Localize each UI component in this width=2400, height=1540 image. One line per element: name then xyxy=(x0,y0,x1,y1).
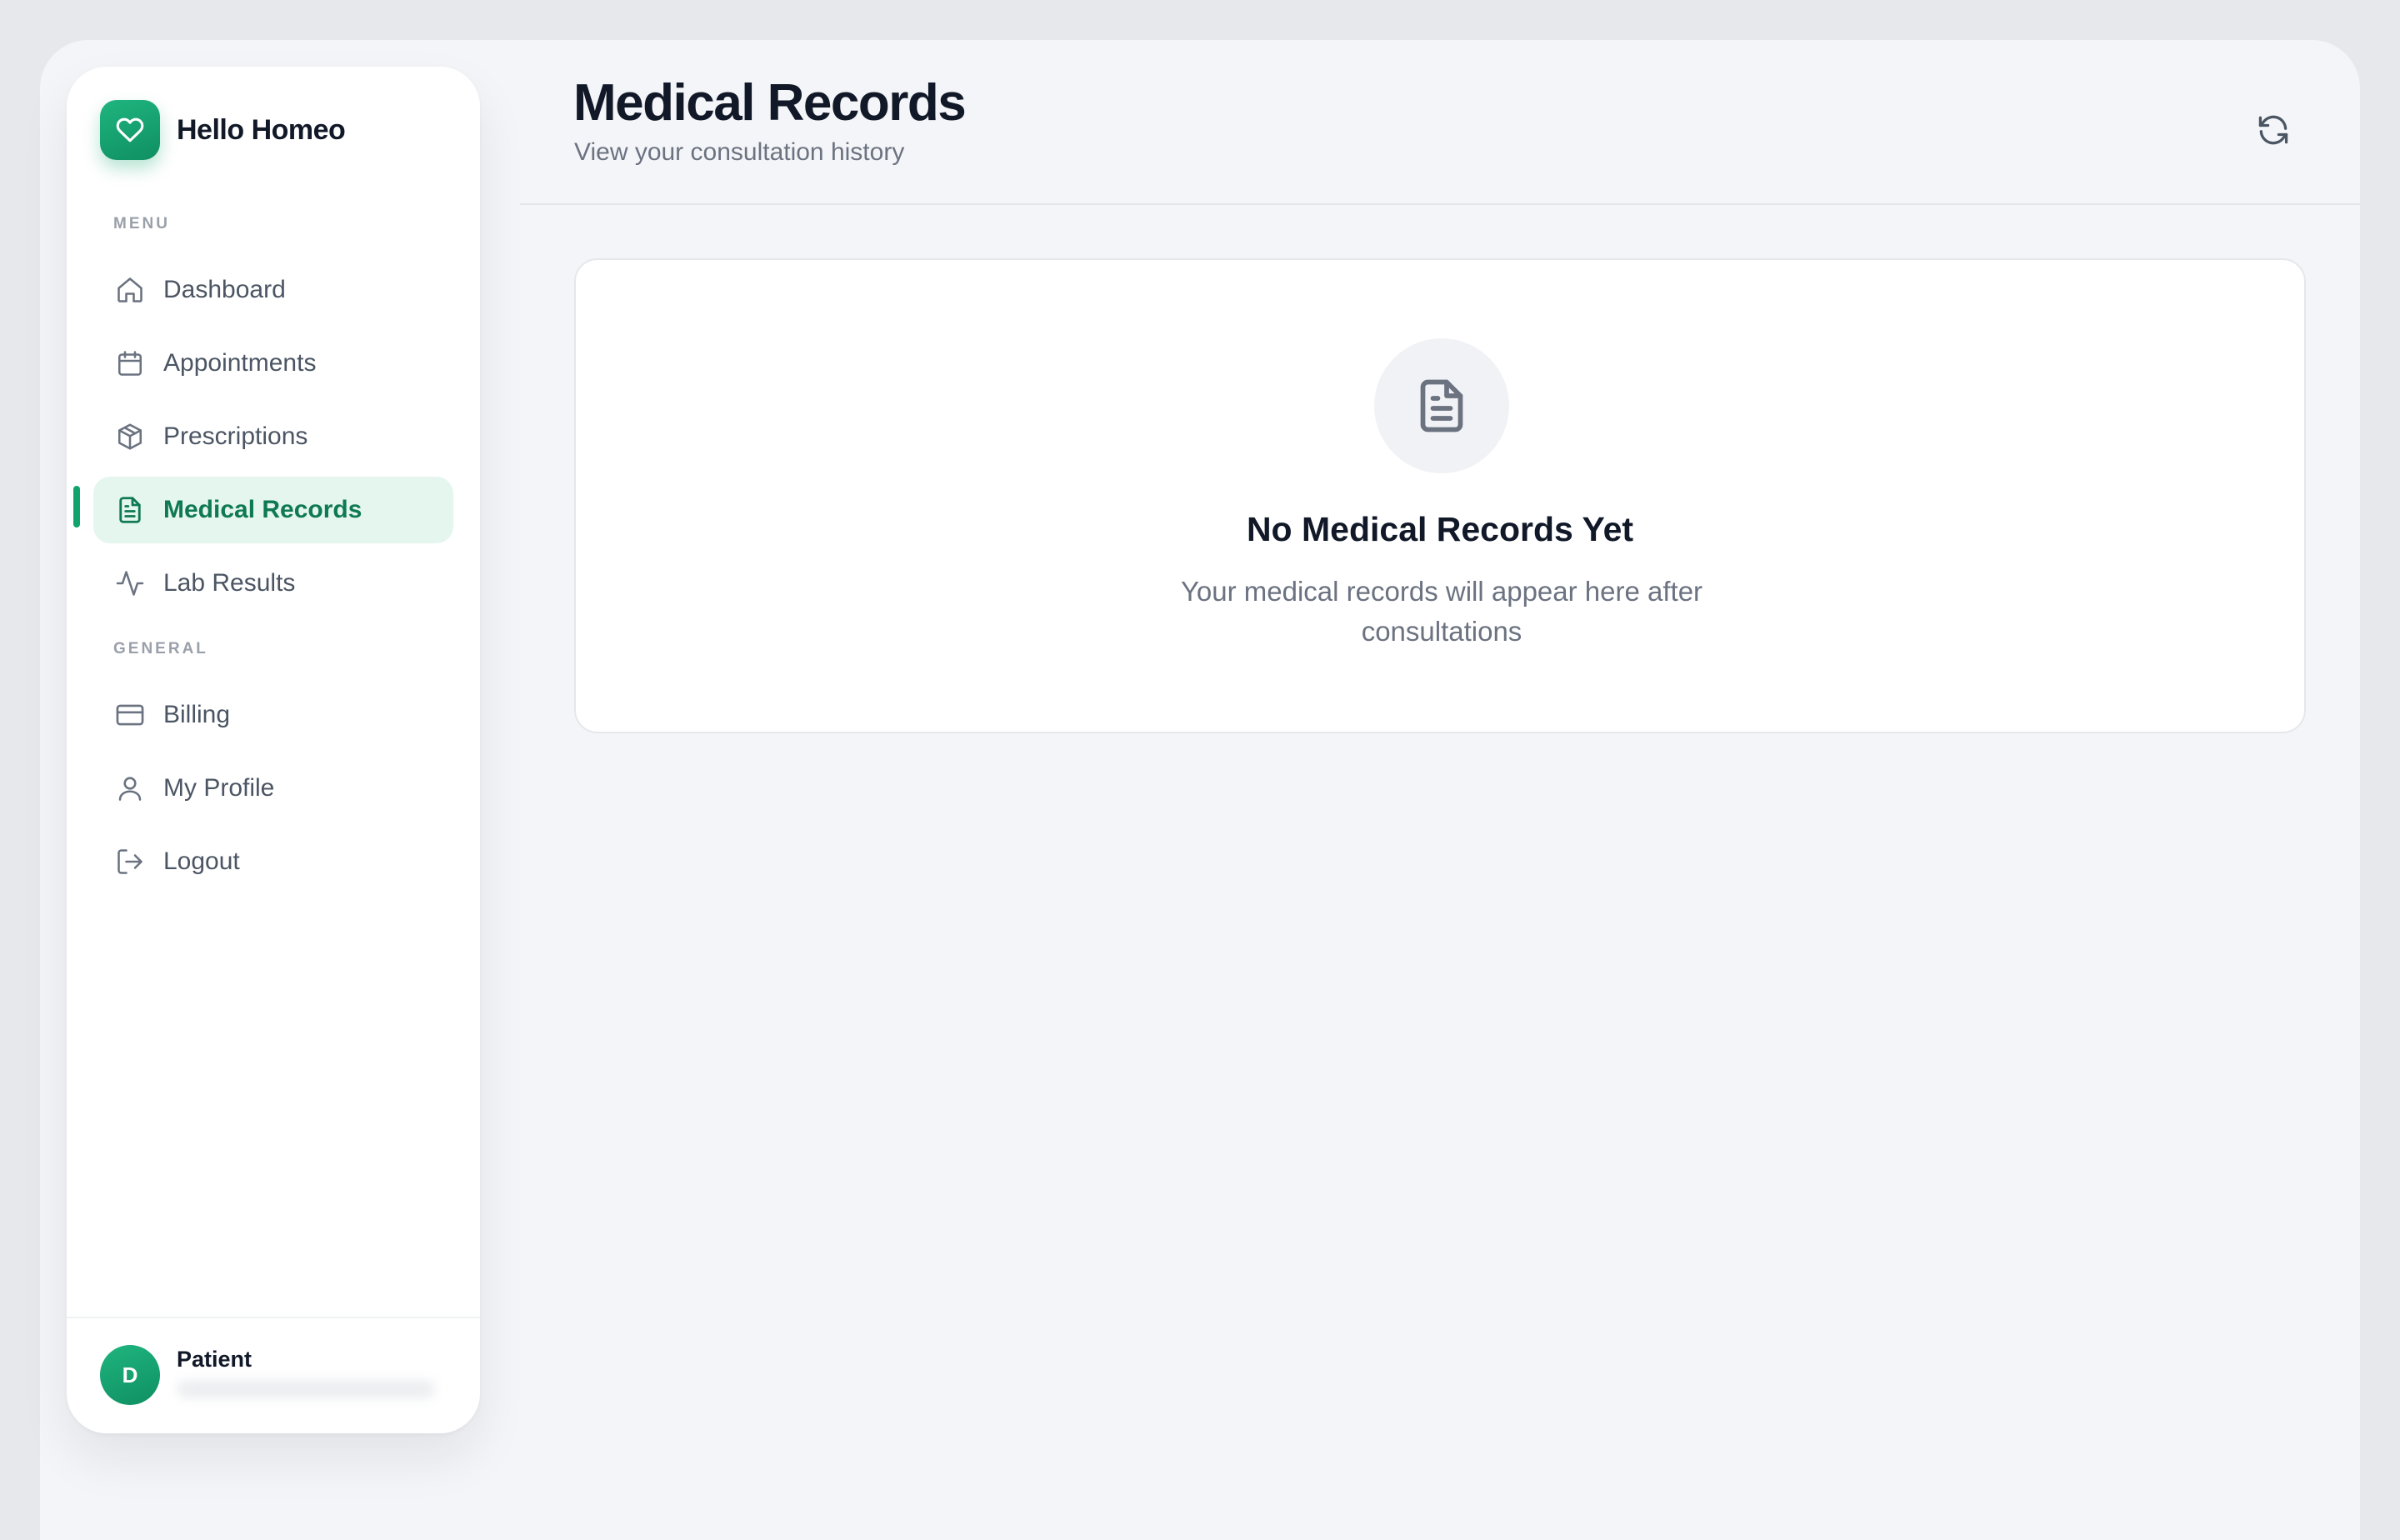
brand-name: Hello Homeo xyxy=(177,113,346,146)
empty-state-icon-wrap xyxy=(1374,338,1509,473)
sidebar: Hello Homeo MENU Dashboard Appointments … xyxy=(67,67,480,1433)
active-indicator xyxy=(73,486,80,528)
sidebar-item-label: Medical Records xyxy=(163,496,362,523)
header-divider xyxy=(520,203,2360,205)
calendar-icon xyxy=(113,347,147,380)
user-role: Patient xyxy=(177,1347,252,1372)
menu-section-label: MENU xyxy=(113,215,170,232)
file-text-icon xyxy=(1420,379,1463,432)
general-section-label: GENERAL xyxy=(113,640,208,658)
activity-icon xyxy=(113,567,147,600)
sidebar-item-lab-results[interactable]: Lab Results xyxy=(93,550,453,617)
logout-icon xyxy=(113,845,147,878)
sidebar-item-dashboard[interactable]: Dashboard xyxy=(93,257,453,323)
sidebar-item-logout[interactable]: Logout xyxy=(93,828,453,895)
heart-icon xyxy=(116,118,144,142)
page-subtitle: View your consultation history xyxy=(574,138,905,166)
sidebar-item-label: My Profile xyxy=(163,774,275,802)
empty-state-title: No Medical Records Yet xyxy=(1246,510,1634,548)
empty-state-message: Your medical records will appear here af… xyxy=(1180,576,1703,647)
empty-state-card: No Medical Records Yet Your medical reco… xyxy=(574,258,2306,733)
brand[interactable]: Hello Homeo xyxy=(100,100,346,160)
sidebar-item-label: Prescriptions xyxy=(163,422,308,450)
page-title: Medical Records xyxy=(573,74,967,132)
app-shell: Hello Homeo MENU Dashboard Appointments … xyxy=(40,40,2360,1540)
user-card[interactable]: D Patient xyxy=(67,1317,480,1433)
sidebar-item-billing[interactable]: Billing xyxy=(93,682,453,748)
sidebar-item-label: Billing xyxy=(163,701,231,728)
refresh-button[interactable] xyxy=(2243,100,2303,160)
package-icon xyxy=(113,420,147,453)
sidebar-item-my-profile[interactable]: My Profile xyxy=(93,755,453,822)
avatar: D xyxy=(100,1345,160,1405)
sidebar-item-label: Dashboard xyxy=(163,276,286,303)
sidebar-item-label: Logout xyxy=(163,848,240,875)
sidebar-item-appointments[interactable]: Appointments xyxy=(93,330,453,397)
file-text-icon xyxy=(113,493,147,527)
home-icon xyxy=(113,273,147,307)
user-email-redacted xyxy=(177,1380,435,1398)
sidebar-item-label: Lab Results xyxy=(163,569,296,597)
credit-card-icon xyxy=(113,698,147,732)
refresh-icon xyxy=(2258,115,2288,145)
sidebar-item-medical-records[interactable]: Medical Records xyxy=(93,477,453,543)
brand-logo xyxy=(100,100,160,160)
sidebar-item-prescriptions[interactable]: Prescriptions xyxy=(93,403,453,470)
sidebar-item-label: Appointments xyxy=(163,349,317,377)
user-icon xyxy=(113,772,147,805)
